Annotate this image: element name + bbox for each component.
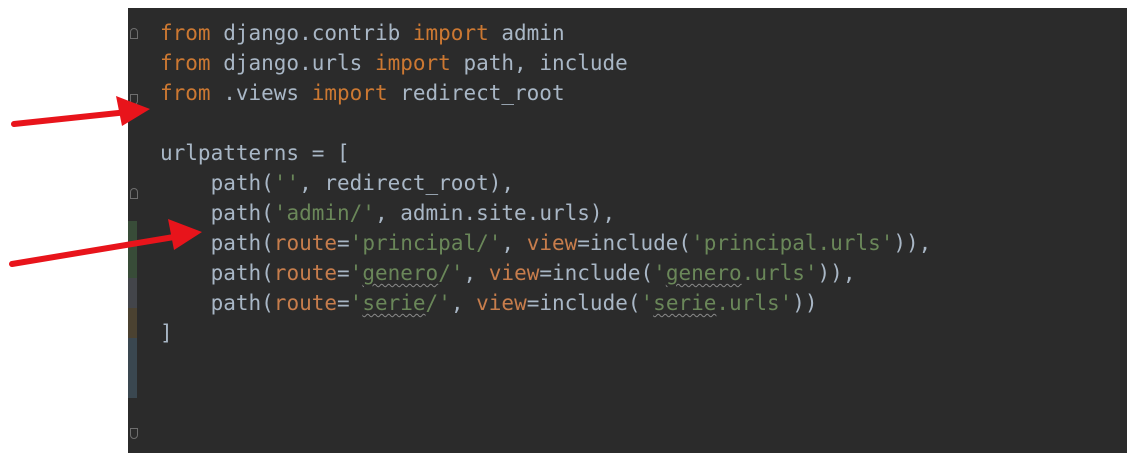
annotation-arrows (9, 96, 202, 267)
red-arrow-icon (11, 96, 150, 127)
red-arrow-icon (9, 219, 202, 267)
